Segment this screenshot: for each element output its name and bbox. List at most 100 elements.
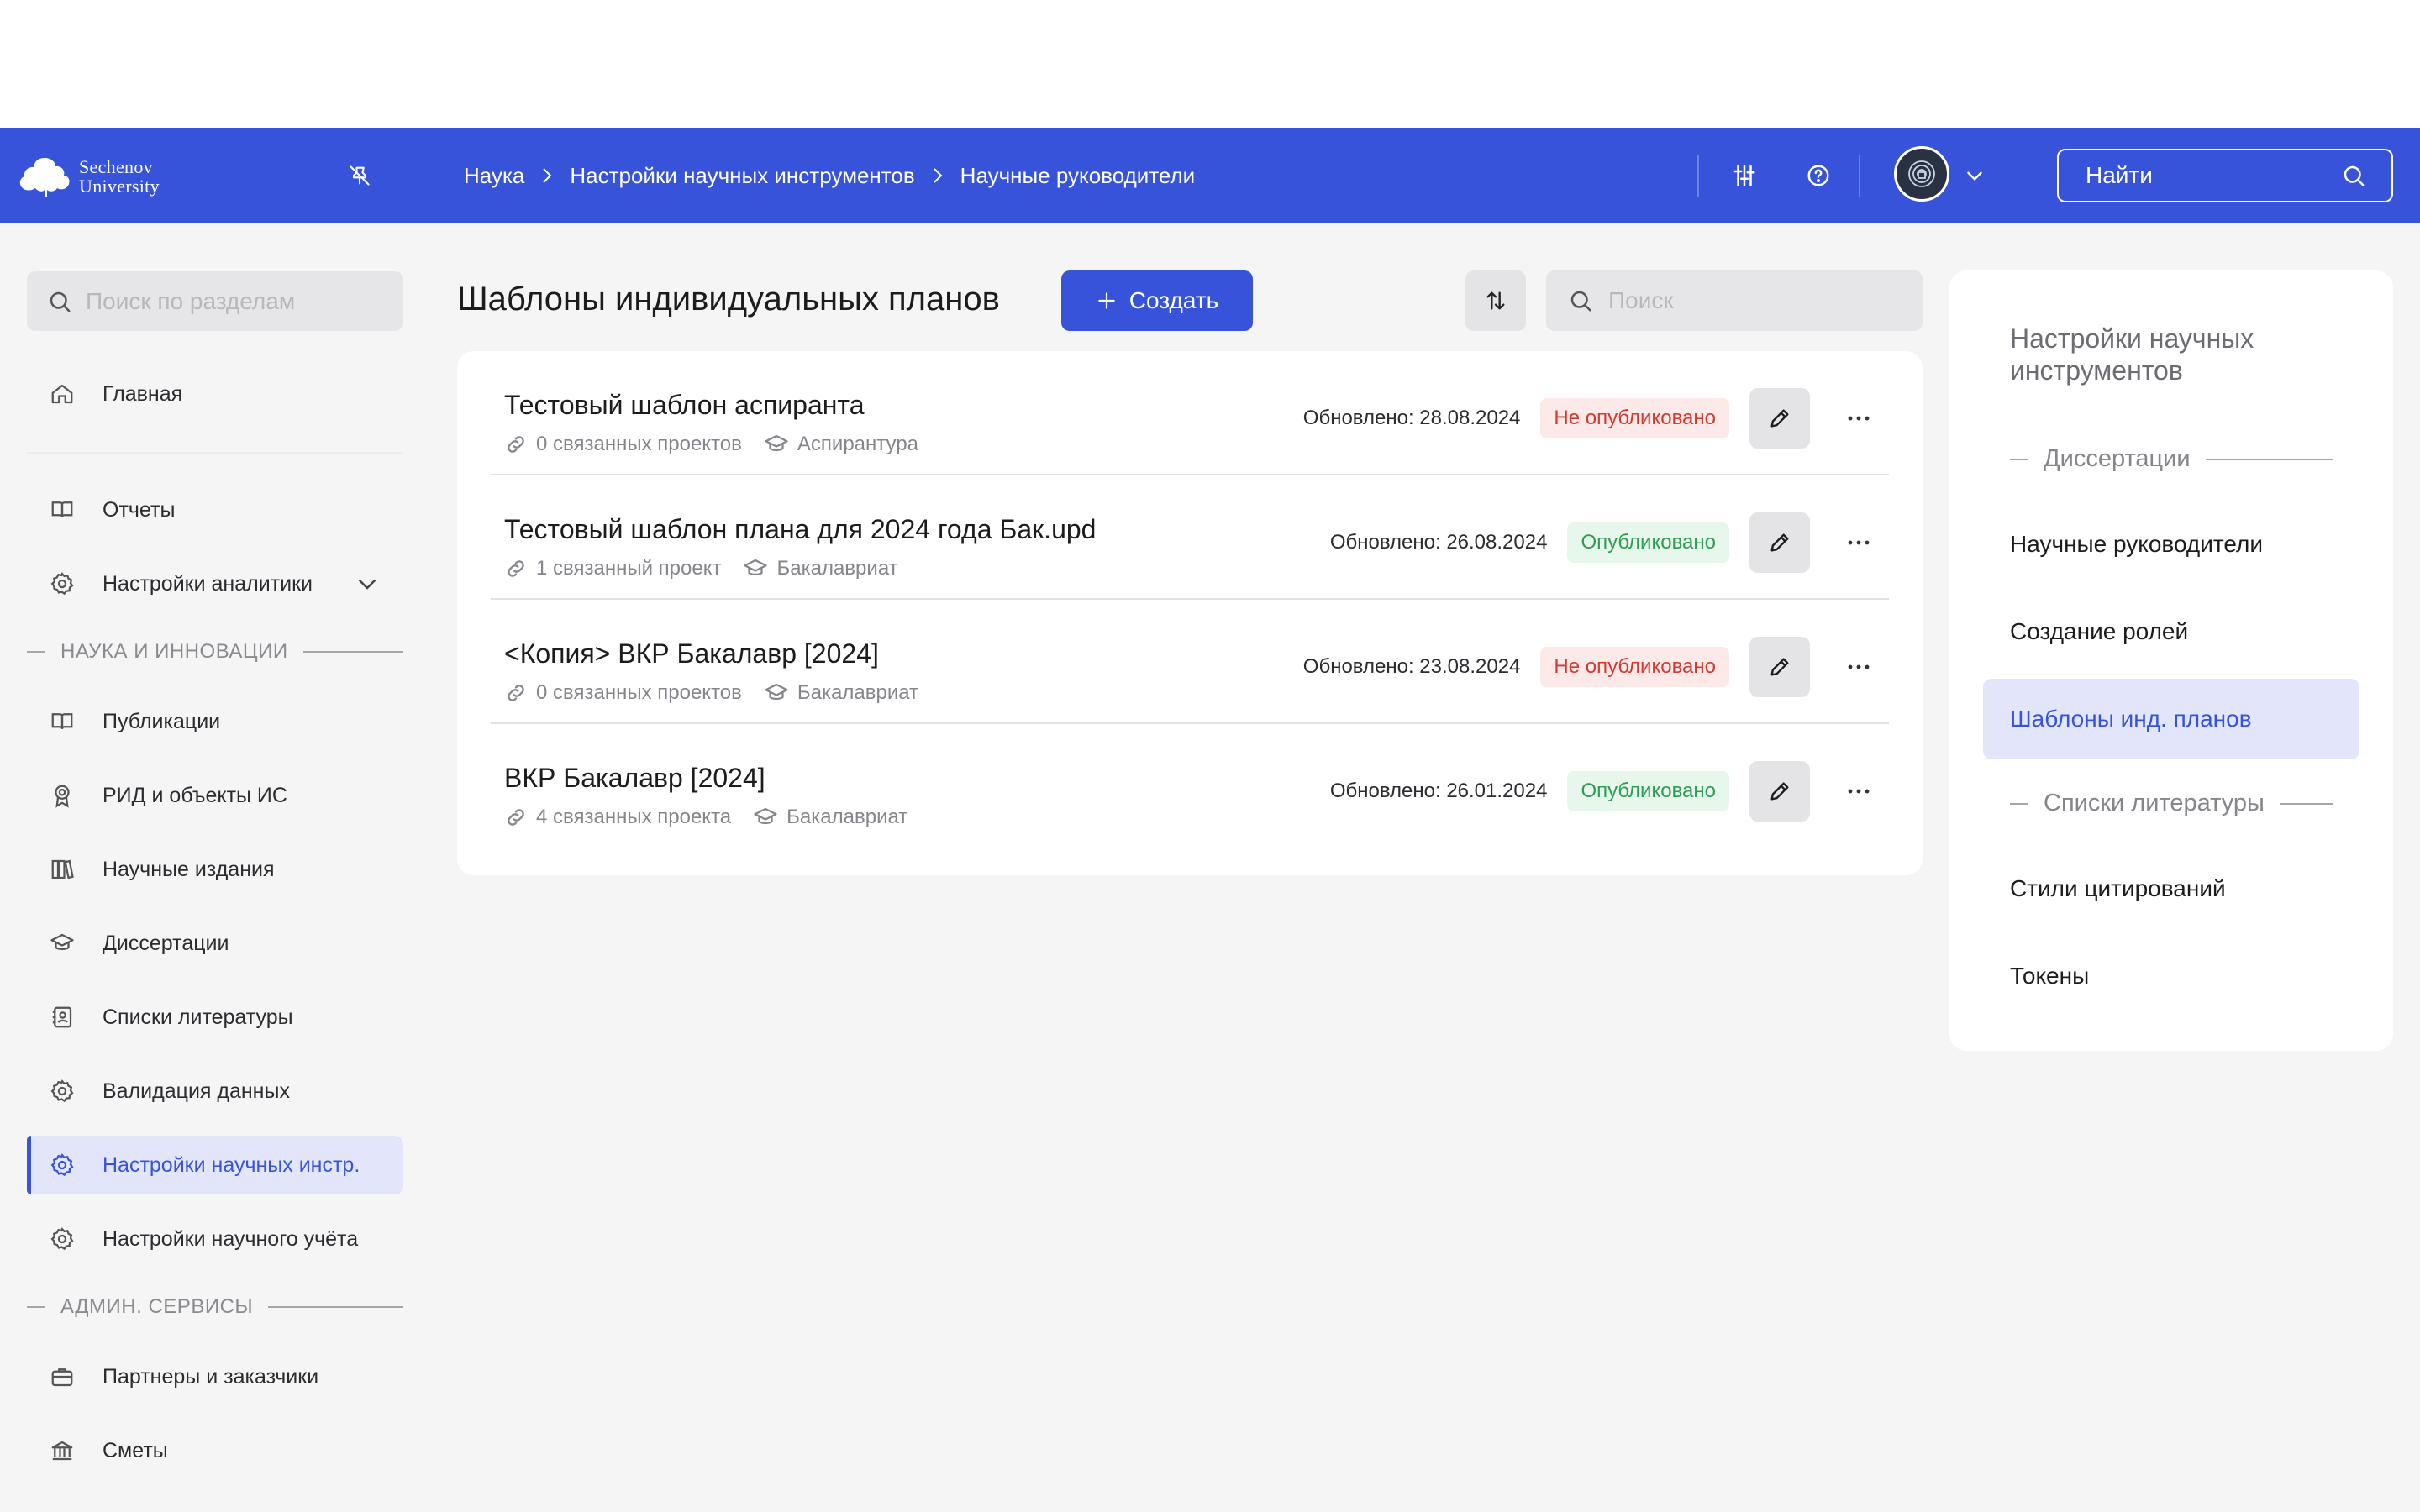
sort-button[interactable] xyxy=(1465,270,1526,331)
sidebar-item-label: Настройки научных инстр. xyxy=(103,1152,360,1177)
user-avatar[interactable] xyxy=(1894,146,1949,202)
subnav-item-plan-templates[interactable]: Шаблоны инд. планов xyxy=(1983,679,2360,759)
plus-icon xyxy=(1098,292,1115,309)
template-title[interactable]: Тестовый шаблон плана для 2024 года Бак.… xyxy=(504,514,1096,545)
sidebar-item-label: Партнеры и заказчики xyxy=(103,1364,319,1389)
sidebar-item-partners[interactable]: Партнеры и заказчики xyxy=(27,1347,403,1406)
edit-button[interactable] xyxy=(1749,761,1810,822)
sidebar-item-home[interactable]: Главная xyxy=(27,365,403,423)
graduation-cap-icon xyxy=(754,807,777,824)
more-options-button[interactable] xyxy=(1828,637,1889,697)
link-icon xyxy=(508,685,524,701)
header-divider xyxy=(1859,155,1860,197)
sidebar-item-label: Главная xyxy=(103,381,183,406)
tree-logo-icon xyxy=(19,158,70,197)
sidebar-item-publications[interactable]: Публикации xyxy=(27,692,403,751)
unpin-sidebar-button[interactable] xyxy=(343,159,376,192)
edit-button[interactable] xyxy=(1749,388,1810,449)
sidebar-item-dissertations[interactable]: Диссертации xyxy=(27,914,403,973)
updated-date: Обновлено: 26.01.2024 xyxy=(1329,780,1548,802)
sliders-icon xyxy=(1733,165,1755,186)
search-icon xyxy=(50,291,71,312)
template-search[interactable] xyxy=(1546,270,1923,331)
sidebar-item-label: Диссертации xyxy=(103,931,229,955)
pencil-icon xyxy=(1770,409,1789,428)
settings-subnav-panel: Настройки научных инструментов Диссертац… xyxy=(1949,270,2393,1051)
sidebar-item-data-validation[interactable]: Валидация данных xyxy=(27,1062,403,1121)
subnav-section-label: Списки литературы xyxy=(2044,790,2265,816)
header-divider xyxy=(1697,155,1699,197)
page-title: Шаблоны индивидуальных планов xyxy=(457,281,1000,318)
pencil-icon xyxy=(1770,658,1789,676)
sidebar-item-rid[interactable]: РИД и объекты ИС xyxy=(27,766,403,825)
sidebar-item-label: Научные издания xyxy=(103,857,275,881)
list-item[interactable]: ВКР Бакалавр [2024] 4 связанных проекта … xyxy=(491,724,1889,848)
scroll-fade-divider xyxy=(27,435,403,454)
sidebar-item-label: Отчеты xyxy=(103,497,176,522)
linked-projects-count: 0 связанных проектов xyxy=(536,681,742,704)
create-button[interactable]: Создать xyxy=(1061,270,1253,331)
global-search-button[interactable]: Найти xyxy=(2057,149,2393,202)
sechenov-logo[interactable]: Sechenov University xyxy=(18,155,160,198)
chevron-down-icon xyxy=(1967,171,1982,181)
subnav-item-citation-styles[interactable]: Стили цитирований xyxy=(1983,848,2360,929)
sidebar-item-reports[interactable]: Отчеты xyxy=(27,480,403,539)
sidebar-search-input[interactable] xyxy=(86,287,388,315)
help-button[interactable] xyxy=(1802,159,1835,192)
list-item[interactable]: Тестовый шаблон аспиранта 0 связанных пр… xyxy=(491,351,1889,475)
breadcrumb-item-supervisors[interactable]: Научные руководители xyxy=(960,163,1196,189)
sidebar-item-estimates[interactable]: Сметы xyxy=(27,1421,403,1480)
user-menu-toggle[interactable] xyxy=(1958,159,1991,192)
sidebar-item-label: Списки литературы xyxy=(103,1005,293,1029)
section-science-innovation: НАУКА И ИННОВАЦИИ xyxy=(27,640,403,664)
bank-icon xyxy=(47,1436,77,1466)
sidebar-item-bibliography[interactable]: Списки литературы xyxy=(27,988,403,1047)
updated-date: Обновлено: 28.08.2024 xyxy=(1302,407,1521,429)
education-level: Бакалавриат xyxy=(797,681,919,704)
ellipsis-icon xyxy=(1848,664,1870,669)
search-icon xyxy=(1570,291,1591,312)
more-options-button[interactable] xyxy=(1828,388,1889,449)
filter-settings-button[interactable] xyxy=(1728,159,1761,192)
template-meta: 1 связанный проект Бакалавриат xyxy=(504,556,920,581)
subnav-title: Настройки научных инструментов xyxy=(2010,323,2254,386)
section-admin-services: АДМИН. СЕРВИСЫ xyxy=(27,1295,403,1319)
gear-icon xyxy=(47,1076,77,1106)
education-level: Аспирантура xyxy=(797,433,918,455)
award-icon xyxy=(47,780,77,811)
subnav-item-tokens[interactable]: Токены xyxy=(1983,936,2360,1016)
sidebar-item-science-editions[interactable]: Научные издания xyxy=(27,840,403,899)
list-item[interactable]: Тестовый шаблон плана для 2024 года Бак.… xyxy=(491,475,1889,600)
template-title[interactable]: <Копия> ВКР Бакалавр [2024] xyxy=(504,638,879,669)
sidebar-search[interactable] xyxy=(27,271,403,331)
more-options-button[interactable] xyxy=(1828,512,1889,573)
template-title[interactable]: ВКР Бакалавр [2024] xyxy=(504,763,765,794)
template-actions: Обновлено: 28.08.2024 Не опубликовано xyxy=(1303,388,1889,449)
template-search-input[interactable] xyxy=(1608,287,1911,314)
library-icon xyxy=(47,854,77,885)
logo-line-1: Sechenov xyxy=(79,156,153,177)
help-circle-icon xyxy=(1807,165,1829,186)
edit-button[interactable] xyxy=(1749,637,1810,697)
link-icon xyxy=(508,809,524,826)
logo-line-2: University xyxy=(79,176,160,197)
breadcrumb-item-settings[interactable]: Настройки научных инструментов xyxy=(570,163,914,189)
subnav-item-supervisors[interactable]: Научные руководители xyxy=(1983,504,2360,585)
updated-date: Обновлено: 23.08.2024 xyxy=(1302,655,1521,678)
gear-icon xyxy=(47,1150,77,1180)
edit-button[interactable] xyxy=(1749,512,1810,573)
subnav-section-dissertations: Диссертации xyxy=(2010,445,2333,473)
ellipsis-icon xyxy=(1848,416,1870,421)
breadcrumb-item-science[interactable]: Наука xyxy=(464,163,524,189)
gear-icon xyxy=(47,569,77,599)
more-options-button[interactable] xyxy=(1828,761,1889,822)
sidebar-item-science-accounting-settings[interactable]: Настройки научного учёта xyxy=(27,1210,403,1268)
subnav-item-create-roles[interactable]: Создание ролей xyxy=(1983,591,2360,672)
gear-icon xyxy=(47,1224,77,1254)
list-item[interactable]: <Копия> ВКР Бакалавр [2024] 0 связанных … xyxy=(491,600,1889,724)
template-meta: 0 связанных проектов Бакалавриат xyxy=(504,680,940,706)
template-title[interactable]: Тестовый шаблон аспиранта xyxy=(504,390,865,421)
sidebar-item-science-tools-settings[interactable]: Настройки научных инстр. xyxy=(27,1136,403,1194)
sidebar-item-label: Настройки аналитики xyxy=(103,571,313,596)
sidebar-item-analytics-settings[interactable]: Настройки аналитики xyxy=(27,554,403,613)
